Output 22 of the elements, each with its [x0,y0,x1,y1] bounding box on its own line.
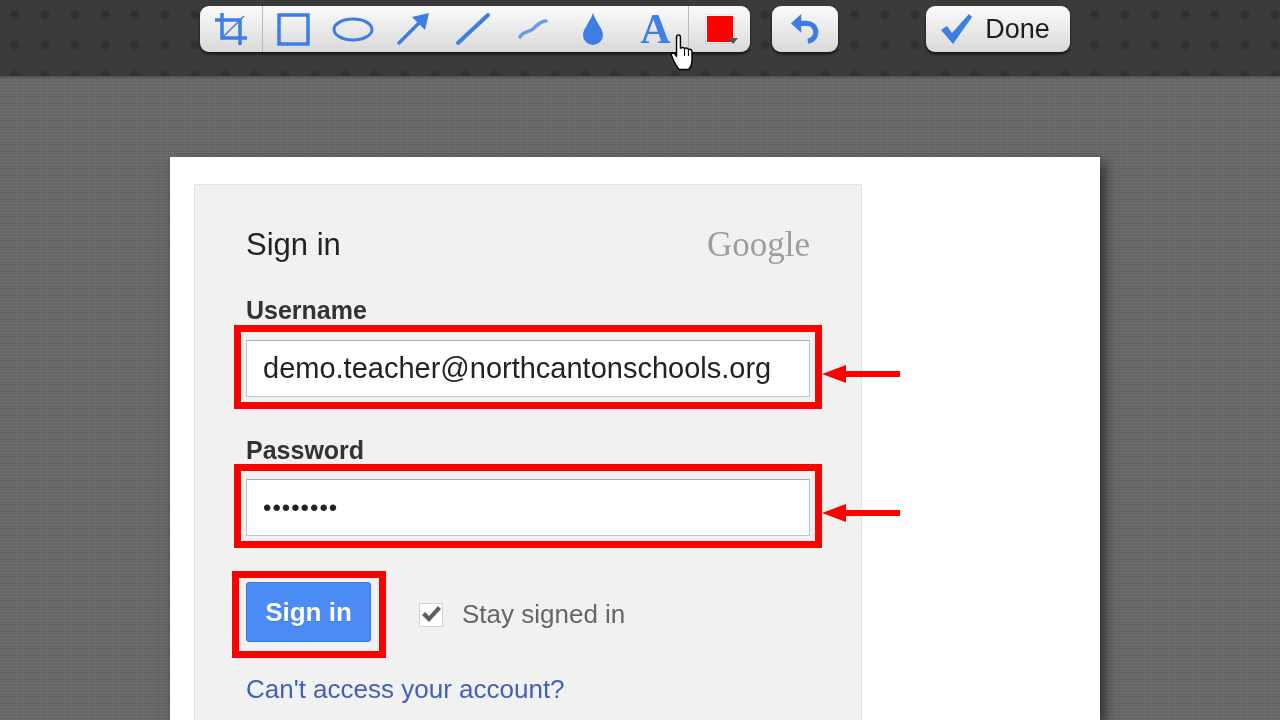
drop-icon [582,12,604,46]
undo-button[interactable] [772,6,838,52]
done-button[interactable]: Done [926,6,1070,52]
logo: Google [706,223,810,266]
form-title: Sign in [246,225,341,264]
rectangle-icon [276,12,310,46]
caret-icon [728,38,738,44]
field-label: Password [246,436,365,464]
help-link[interactable]: Can't access your account? [246,670,565,709]
ellipse-icon [332,16,374,42]
checkbox[interactable] [419,602,443,627]
field-label: Username [246,295,367,325]
curve-icon [518,18,548,40]
text-field[interactable]: demo.teacher@northcantonschools.org [246,340,810,397]
checkbox-label: Stay signed in [462,598,626,631]
arrow-icon [396,12,430,46]
check-icon [940,13,974,45]
crop-icon [214,12,248,46]
line-icon [455,12,491,46]
check-icon [421,606,441,623]
undo-icon [790,12,820,46]
password-field[interactable]: •••••••• [246,479,810,536]
